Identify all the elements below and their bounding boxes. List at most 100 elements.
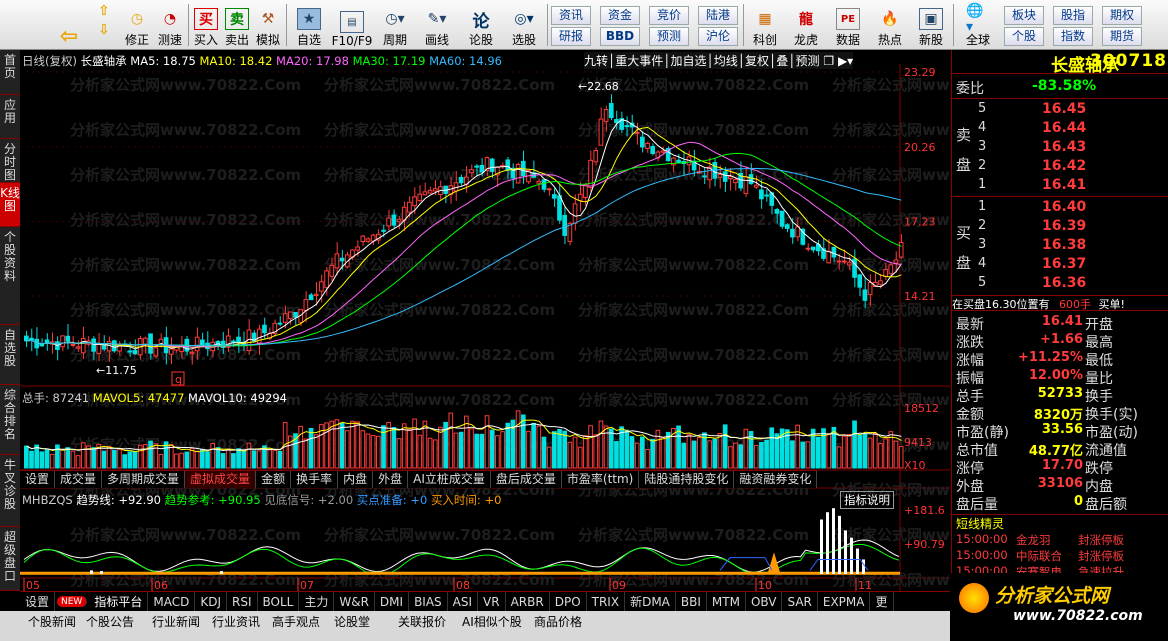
research-button[interactable]: 研报	[551, 27, 591, 46]
subtab-3[interactable]: 虚拟成交量	[185, 471, 257, 488]
bottom-link-8[interactable]: 商品价格	[534, 613, 582, 630]
kline-svg[interactable]: 分析家公式网www.70822.Com 分析家公式网www.70822.Com 分析…	[20, 50, 950, 591]
tool-jiuzhuan[interactable]: 九转	[584, 54, 608, 68]
tool-overlay[interactable]: 叠	[776, 54, 788, 68]
subtab-1[interactable]: 成交量	[55, 471, 103, 488]
indicator-tab-7[interactable]: 主力	[299, 592, 335, 611]
window-icon[interactable]: ❐	[823, 54, 834, 68]
forecast-button[interactable]: 预测	[649, 27, 689, 46]
buys-row[interactable]: 3 16.38	[952, 237, 1168, 255]
indicator-tab-18[interactable]: MTM	[707, 592, 746, 611]
elf-row[interactable]: 15:00:00 中际联合 封涨停板	[952, 548, 1168, 564]
subtab-5[interactable]: 换手率	[291, 471, 339, 488]
nav-diagnosis[interactable]: 牛叉诊股	[0, 455, 20, 527]
tool-add-fav[interactable]: 加自选	[671, 54, 707, 68]
indicator-tab-21[interactable]: EXPMA	[818, 592, 871, 611]
indicator-tab-22[interactable]: 更	[870, 592, 894, 611]
bottom-link-6[interactable]: 关联报价	[398, 613, 446, 630]
tool-ma[interactable]: 均线	[714, 54, 738, 68]
hk-connect-button[interactable]: 陆港	[698, 6, 738, 25]
indicator-tab-20[interactable]: SAR	[782, 592, 818, 611]
page-up-button[interactable]: ⇧ ⇩	[90, 2, 118, 48]
subtab-0[interactable]: 设置	[20, 471, 56, 488]
sell-button[interactable]: 卖卖出	[223, 2, 251, 48]
bottom-link-4[interactable]: 高手观点	[272, 613, 320, 630]
bottom-link-3[interactable]: 行业资讯	[212, 613, 260, 630]
indicator-tab-16[interactable]: 新DMA	[625, 592, 676, 611]
indicator-tab-0[interactable]: 设置	[20, 592, 56, 611]
indicator-tab-4[interactable]: KDJ	[195, 592, 227, 611]
indicator-tab-8[interactable]: W&R	[334, 592, 375, 611]
indicator-explain-button[interactable]: 指标说明	[840, 491, 894, 509]
funds-button[interactable]: 资金	[600, 6, 640, 25]
buys-row[interactable]: 2 16.39	[952, 218, 1168, 236]
buys-row[interactable]: 1 16.40	[952, 199, 1168, 217]
longhu-button[interactable]: 龍龙虎	[789, 2, 823, 48]
sells-row[interactable]: 1 16.41	[952, 177, 1168, 195]
buys-row[interactable]: 4 16.37	[952, 256, 1168, 274]
simulate-button[interactable]: ⚒ 模拟	[254, 2, 282, 48]
nav-apps[interactable]: 应用	[0, 95, 20, 139]
shanghai-london-button[interactable]: 沪伦	[698, 27, 738, 46]
bottom-link-2[interactable]: 行业新闻	[152, 613, 200, 630]
fix-button[interactable]: ◷ 修正	[122, 2, 152, 48]
indicator-tab-11[interactable]: ASI	[448, 592, 479, 611]
nav-super-order[interactable]: 超级盘口	[0, 527, 20, 591]
sells-row[interactable]: 3 16.43	[952, 139, 1168, 157]
indicator-tab-5[interactable]: RSI	[227, 592, 258, 611]
nav-ranking[interactable]: 综合排名	[0, 385, 20, 455]
kechuang-button[interactable]: ▦ 科创	[748, 2, 782, 48]
lun-stock-button[interactable]: 论论股	[464, 2, 498, 48]
indicator-tab-3[interactable]: MACD	[148, 592, 196, 611]
global-button[interactable]: 🌐▾ 全球	[958, 2, 998, 48]
subtab-2[interactable]: 多周期成交量	[102, 471, 186, 488]
nav-home[interactable]: 首页	[0, 50, 20, 95]
sells-row[interactable]: 2 16.42	[952, 158, 1168, 176]
subtab-6[interactable]: 内盘	[338, 471, 374, 488]
subtab-9[interactable]: 盘后成交量	[491, 471, 562, 488]
nav-timeshare[interactable]: 分时图	[0, 139, 20, 183]
indicator-tab-14[interactable]: DPO	[550, 592, 587, 611]
auction-button[interactable]: 竞价	[649, 6, 689, 25]
news-button[interactable]: 资讯	[551, 6, 591, 25]
indicator-tab-12[interactable]: VR	[478, 592, 506, 611]
hot-button[interactable]: 🔥 热点	[873, 2, 907, 48]
elf-row[interactable]: 15:00:00 金龙羽 封涨停板	[952, 532, 1168, 548]
sells-row[interactable]: 4 16.44	[952, 120, 1168, 138]
kline-chart-area[interactable]: 分析家公式网www.70822.Com 分析家公式网www.70822.Com 分析…	[20, 50, 950, 591]
sector-button[interactable]: 板块	[1004, 6, 1044, 25]
subtab-7[interactable]: 外盘	[373, 471, 409, 488]
indicator-tab-19[interactable]: OBV	[746, 592, 783, 611]
favorite-button[interactable]: ★ 自选	[292, 2, 326, 48]
new-stock-button[interactable]: ▣ 新股	[914, 2, 948, 48]
tool-fuquan[interactable]: 复权	[745, 54, 769, 68]
buy-button[interactable]: 买买入	[192, 2, 220, 48]
f10-button[interactable]: ▤ F10/F9	[330, 2, 374, 48]
period-button[interactable]: ◷▾ 周期	[378, 2, 412, 48]
indicator-tab-15[interactable]: TRIX	[587, 592, 626, 611]
sells-row[interactable]: 5 16.45	[952, 101, 1168, 119]
bottom-link-1[interactable]: 个股公告	[86, 613, 134, 630]
subtab-10[interactable]: 市盈率(ttm)	[562, 471, 640, 488]
tool-major-events[interactable]: 重大事件	[615, 54, 663, 68]
indicator-tab-2[interactable]: 指标平台	[89, 592, 149, 611]
back-button[interactable]: ⇦	[55, 2, 83, 49]
stock-index-button[interactable]: 股指	[1053, 6, 1093, 25]
bbd-button[interactable]: BBD	[600, 27, 640, 46]
indicator-tab-6[interactable]: BOLL	[258, 592, 300, 611]
index-button[interactable]: 指数	[1053, 27, 1093, 46]
subtab-11[interactable]: 陆股通持股变化	[639, 471, 735, 488]
measure-button[interactable]: ◔ 测速	[155, 2, 185, 48]
indicator-tab-13[interactable]: ARBR	[506, 592, 550, 611]
data-button[interactable]: PE 数据	[831, 2, 865, 48]
indicator-tab-17[interactable]: BBI	[676, 592, 707, 611]
subtab-4[interactable]: 金额	[256, 471, 292, 488]
tool-forecast[interactable]: 预测	[796, 54, 820, 68]
nav-watchlist[interactable]: 自选股	[0, 325, 20, 385]
individual-stock-button[interactable]: 个股	[1004, 27, 1044, 46]
indicator-tab-9[interactable]: DMI	[375, 592, 410, 611]
bottom-link-0[interactable]: 个股新闻	[28, 613, 76, 630]
indicator-tab-1[interactable]: NEW	[57, 596, 88, 607]
menu-arrow-icon[interactable]: ▶▾	[838, 54, 853, 68]
nav-stock-profile[interactable]: 个股资料	[0, 227, 20, 325]
